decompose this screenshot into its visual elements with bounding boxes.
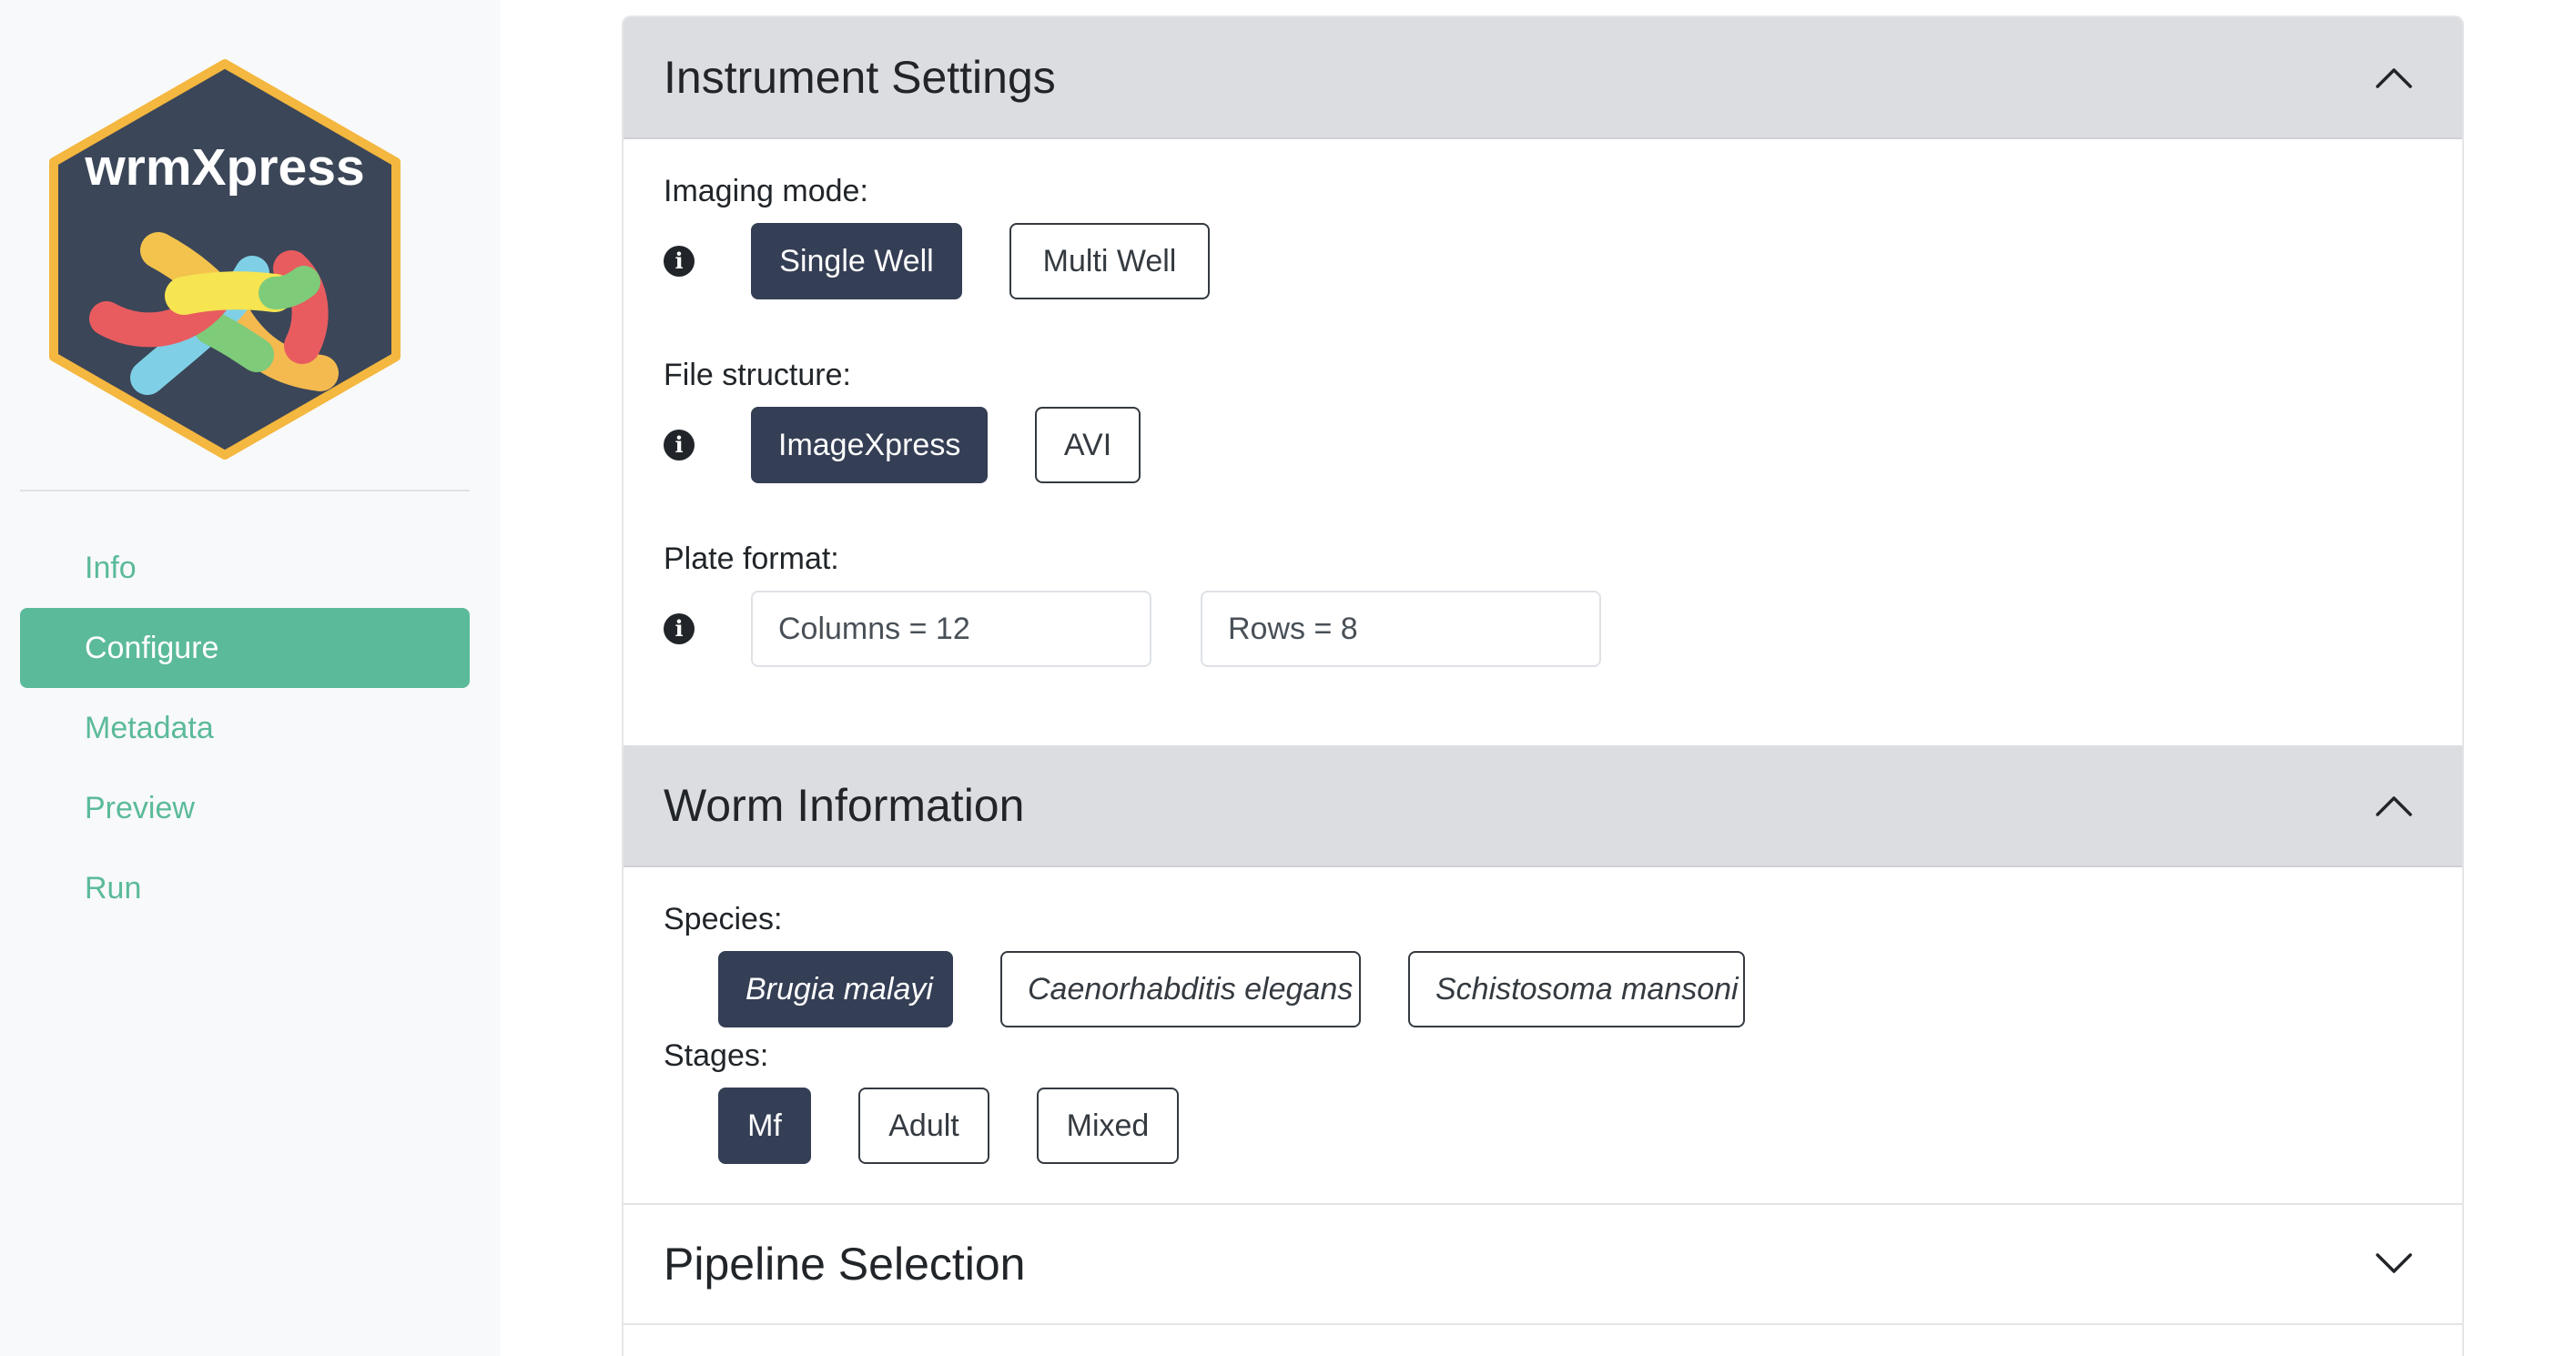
chevron-down-icon[interactable] bbox=[2375, 1250, 2413, 1278]
plate-format-label: Plate format: bbox=[664, 541, 839, 576]
stage-mixed-button[interactable]: Mixed bbox=[1037, 1088, 1179, 1164]
plate-rows-input[interactable] bbox=[1201, 591, 1601, 667]
sidebar-nav: Info Configure Metadata Preview Run bbox=[20, 528, 470, 928]
file-structure-label: File structure: bbox=[664, 358, 851, 392]
chevron-up-icon[interactable] bbox=[2375, 64, 2413, 91]
instrument-settings-title: Instrument Settings bbox=[664, 52, 1056, 103]
species-schistosoma-mansoni-button[interactable]: Schistosoma mansoni bbox=[1408, 951, 1745, 1027]
nav-item-preview[interactable]: Preview bbox=[20, 768, 470, 848]
worm-information-body: Species: Brugia malayi Caenorhabditis el… bbox=[624, 867, 2462, 1203]
worm-information-header[interactable]: Worm Information bbox=[624, 745, 2462, 867]
sidebar-divider bbox=[20, 490, 470, 491]
instrument-settings-header[interactable]: Instrument Settings bbox=[624, 17, 2462, 139]
configure-accordion: Instrument Settings Imaging mode: i Sing… bbox=[622, 15, 2464, 1356]
nav-item-info[interactable]: Info bbox=[20, 528, 470, 608]
stages-label: Stages: bbox=[664, 1038, 769, 1073]
avi-button[interactable]: AVI bbox=[1035, 407, 1141, 483]
stage-mf-button[interactable]: Mf bbox=[718, 1088, 811, 1164]
nav-item-run[interactable]: Run bbox=[20, 848, 470, 928]
wrmxpress-logo: wrmXpress bbox=[49, 59, 401, 460]
nav-item-configure[interactable]: Configure bbox=[20, 608, 470, 688]
info-icon[interactable]: i bbox=[664, 613, 695, 644]
logo-text: wrmXpress bbox=[84, 138, 364, 197]
chevron-up-icon[interactable] bbox=[2375, 792, 2413, 819]
imagexpress-button[interactable]: ImageXpress bbox=[751, 407, 988, 483]
pipeline-selection-header[interactable]: Pipeline Selection bbox=[624, 1203, 2462, 1325]
instrument-settings-body: Imaging mode: i Single Well Multi Well F… bbox=[624, 139, 2462, 745]
info-icon[interactable]: i bbox=[664, 430, 695, 460]
species-label: Species: bbox=[664, 902, 783, 936]
next-section-edge bbox=[624, 1325, 2462, 1356]
sidebar: wrmXpress Info Configure Metadata Previe… bbox=[0, 0, 501, 1356]
imaging-mode-label: Imaging mode: bbox=[664, 174, 868, 208]
plate-columns-input[interactable] bbox=[751, 591, 1151, 667]
species-caenorhabditis-elegans-button[interactable]: Caenorhabditis elegans bbox=[1000, 951, 1361, 1027]
single-well-button[interactable]: Single Well bbox=[751, 223, 962, 299]
multi-well-button[interactable]: Multi Well bbox=[1009, 223, 1210, 299]
species-brugia-malayi-button[interactable]: Brugia malayi bbox=[718, 951, 953, 1027]
pipeline-selection-title: Pipeline Selection bbox=[664, 1239, 1026, 1290]
info-icon[interactable]: i bbox=[664, 246, 695, 277]
nav-item-metadata[interactable]: Metadata bbox=[20, 688, 470, 768]
stage-adult-button[interactable]: Adult bbox=[858, 1088, 989, 1164]
worm-information-title: Worm Information bbox=[664, 780, 1025, 831]
